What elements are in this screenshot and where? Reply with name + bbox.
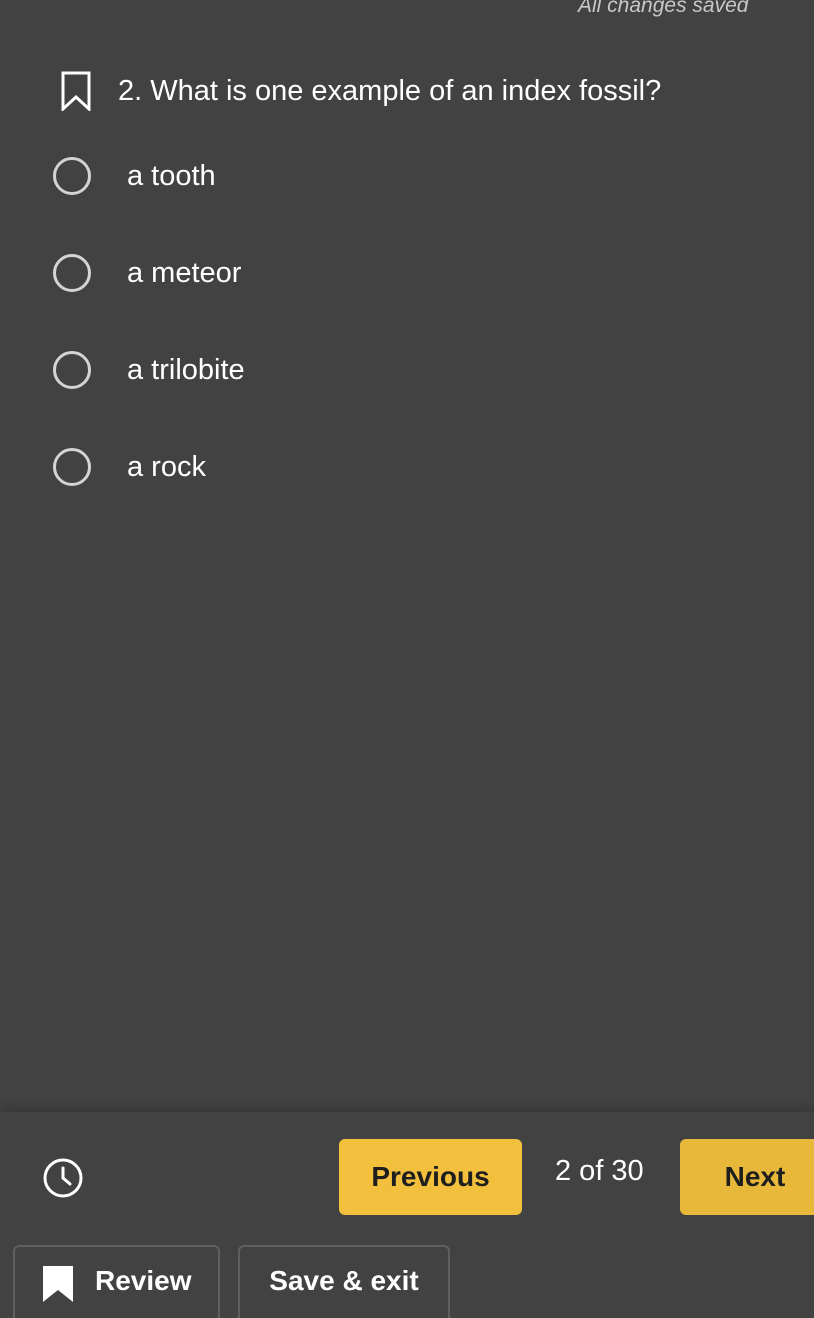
bookmark-outline-icon bbox=[61, 71, 91, 111]
question-text: 2. What is one example of an index fossi… bbox=[118, 74, 662, 107]
answer-option-label: a rock bbox=[127, 450, 206, 483]
question-header: 2. What is one example of an index fossi… bbox=[58, 70, 798, 112]
next-button[interactable]: Next bbox=[680, 1139, 814, 1215]
timer-button[interactable] bbox=[42, 1157, 84, 1199]
answer-option[interactable]: a tooth bbox=[53, 145, 793, 207]
answer-options: a tooth a meteor a trilobite a rock bbox=[53, 145, 793, 533]
answer-option[interactable]: a meteor bbox=[53, 242, 793, 304]
radio-button[interactable] bbox=[53, 351, 91, 389]
question-counter: 2 of 30 bbox=[555, 1155, 644, 1187]
save-and-exit-label: Save & exit bbox=[269, 1265, 419, 1296]
bookmark-question-button[interactable] bbox=[58, 70, 94, 112]
bookmark-filled-icon bbox=[43, 1266, 73, 1302]
answer-option[interactable]: a rock bbox=[53, 436, 793, 498]
save-status: All changes saved bbox=[578, 0, 749, 17]
clock-icon bbox=[43, 1158, 83, 1198]
answer-option-label: a trilobite bbox=[127, 353, 245, 386]
radio-button[interactable] bbox=[53, 254, 91, 292]
radio-button[interactable] bbox=[53, 448, 91, 486]
review-label: Review bbox=[95, 1265, 192, 1296]
answer-option-label: a tooth bbox=[127, 159, 216, 192]
review-button[interactable]: Review bbox=[13, 1245, 220, 1318]
radio-button[interactable] bbox=[53, 157, 91, 195]
quiz-page: All changes saved 2. What is one example… bbox=[0, 0, 814, 1318]
save-and-exit-button[interactable]: Save & exit bbox=[238, 1245, 450, 1318]
answer-option[interactable]: a trilobite bbox=[53, 339, 793, 401]
answer-option-label: a meteor bbox=[127, 256, 242, 289]
previous-button[interactable]: Previous bbox=[339, 1139, 522, 1215]
